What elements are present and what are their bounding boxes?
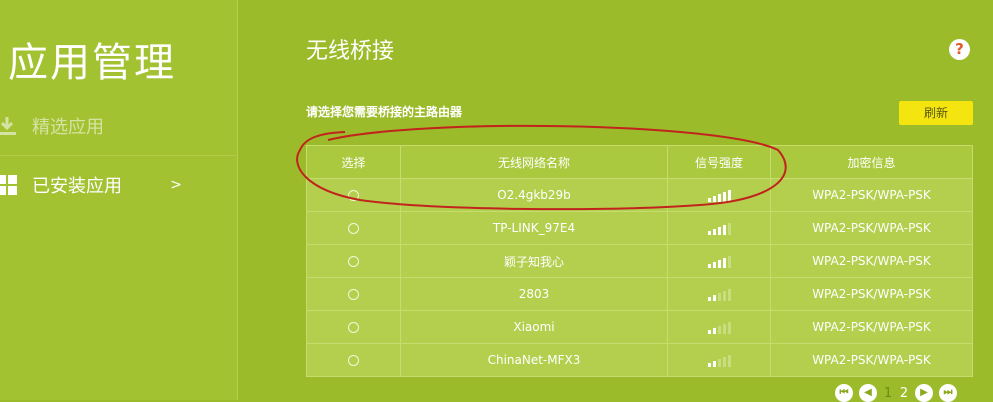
- table-row[interactable]: 2803 WPA2-PSK/WPA-PSK: [306, 277, 973, 311]
- table-row[interactable]: O2.4gkb29b WPA2-PSK/WPA-PSK: [306, 178, 973, 212]
- network-radio[interactable]: [348, 256, 359, 267]
- instruction-text: 请选择您需要桥接的主路由器: [306, 105, 463, 119]
- table-row[interactable]: Xiaomi WPA2-PSK/WPA-PSK: [306, 310, 973, 344]
- column-header-security: 加密信息: [770, 145, 973, 179]
- network-radio[interactable]: [348, 289, 359, 300]
- signal-strength-icon: [707, 354, 731, 367]
- sidebar-item-featured-apps[interactable]: 精选应用: [0, 97, 236, 156]
- signal-cell: [667, 244, 771, 278]
- column-header-ssid: 无线网络名称: [400, 145, 668, 179]
- select-cell[interactable]: [306, 178, 401, 212]
- network-radio[interactable]: [348, 223, 359, 234]
- page-title: 无线桥接: [306, 39, 395, 64]
- table-row[interactable]: ChinaNet-MFX3 WPA2-PSK/WPA-PSK: [306, 343, 973, 377]
- security-cell: WPA2-PSK/WPA-PSK: [770, 310, 973, 344]
- wifi-network-table: 选择 无线网络名称 信号强度 加密信息 O2.4gkb29b WPA2-PSK/W…: [306, 145, 973, 377]
- signal-strength-icon: [707, 222, 731, 235]
- ssid-cell: Xiaomi: [400, 310, 668, 344]
- ssid-cell: 颖子知我心: [400, 244, 668, 278]
- last-page-button[interactable]: ⏭: [939, 384, 957, 402]
- signal-strength-icon: [707, 288, 731, 301]
- refresh-button[interactable]: 刷新: [899, 101, 973, 125]
- sidebar-item-installed-apps[interactable]: 已安装应用 >: [0, 156, 236, 214]
- ssid-cell: O2.4gkb29b: [400, 178, 668, 212]
- app-title: 应用管理: [8, 40, 176, 86]
- signal-cell: [667, 178, 771, 212]
- network-radio[interactable]: [348, 322, 359, 333]
- signal-strength-icon: [707, 189, 731, 202]
- page-number-2[interactable]: 2: [899, 386, 909, 401]
- signal-cell: [667, 277, 771, 311]
- sidebar: 应用管理 精选应用 已安装应用 >: [0, 0, 238, 400]
- sidebar-item-label: 精选应用: [32, 117, 104, 138]
- chevron-right-icon: >: [170, 177, 182, 193]
- column-header-select: 选择: [306, 145, 401, 179]
- ssid-cell: 2803: [400, 277, 668, 311]
- select-cell[interactable]: [306, 211, 401, 245]
- ssid-cell: TP-LINK_97E4: [400, 211, 668, 245]
- table-header-row: 选择 无线网络名称 信号强度 加密信息: [306, 145, 973, 179]
- ssid-cell: ChinaNet-MFX3: [400, 343, 668, 377]
- table-row[interactable]: 颖子知我心 WPA2-PSK/WPA-PSK: [306, 244, 973, 278]
- select-cell[interactable]: [306, 310, 401, 344]
- signal-strength-icon: [707, 255, 731, 268]
- table-row[interactable]: TP-LINK_97E4 WPA2-PSK/WPA-PSK: [306, 211, 973, 245]
- grid-icon: [0, 174, 18, 196]
- signal-cell: [667, 310, 771, 344]
- column-header-signal: 信号强度: [667, 145, 771, 179]
- prev-page-button[interactable]: ◀: [859, 384, 877, 402]
- main-panel: 无线桥接 ? 请选择您需要桥接的主路由器 刷新 选择 无线网络名称 信号强度 加…: [238, 0, 993, 402]
- help-icon[interactable]: ?: [949, 39, 970, 60]
- network-radio[interactable]: [348, 190, 359, 201]
- security-cell: WPA2-PSK/WPA-PSK: [770, 277, 973, 311]
- signal-strength-icon: [707, 321, 731, 334]
- security-cell: WPA2-PSK/WPA-PSK: [770, 343, 973, 377]
- select-cell[interactable]: [306, 244, 401, 278]
- security-cell: WPA2-PSK/WPA-PSK: [770, 178, 973, 212]
- select-cell[interactable]: [306, 343, 401, 377]
- sidebar-item-label: 已安装应用: [32, 176, 122, 197]
- next-page-button[interactable]: ▶: [915, 384, 933, 402]
- security-cell: WPA2-PSK/WPA-PSK: [770, 244, 973, 278]
- first-page-button[interactable]: ⏮: [835, 384, 853, 402]
- download-icon: [0, 115, 18, 137]
- security-cell: WPA2-PSK/WPA-PSK: [770, 211, 973, 245]
- signal-cell: [667, 343, 771, 377]
- page-number-1[interactable]: 1: [883, 386, 893, 401]
- network-radio[interactable]: [348, 355, 359, 366]
- pagination: ⏮ ◀ 1 2 ▶ ⏭: [835, 384, 957, 402]
- signal-cell: [667, 211, 771, 245]
- select-cell[interactable]: [306, 277, 401, 311]
